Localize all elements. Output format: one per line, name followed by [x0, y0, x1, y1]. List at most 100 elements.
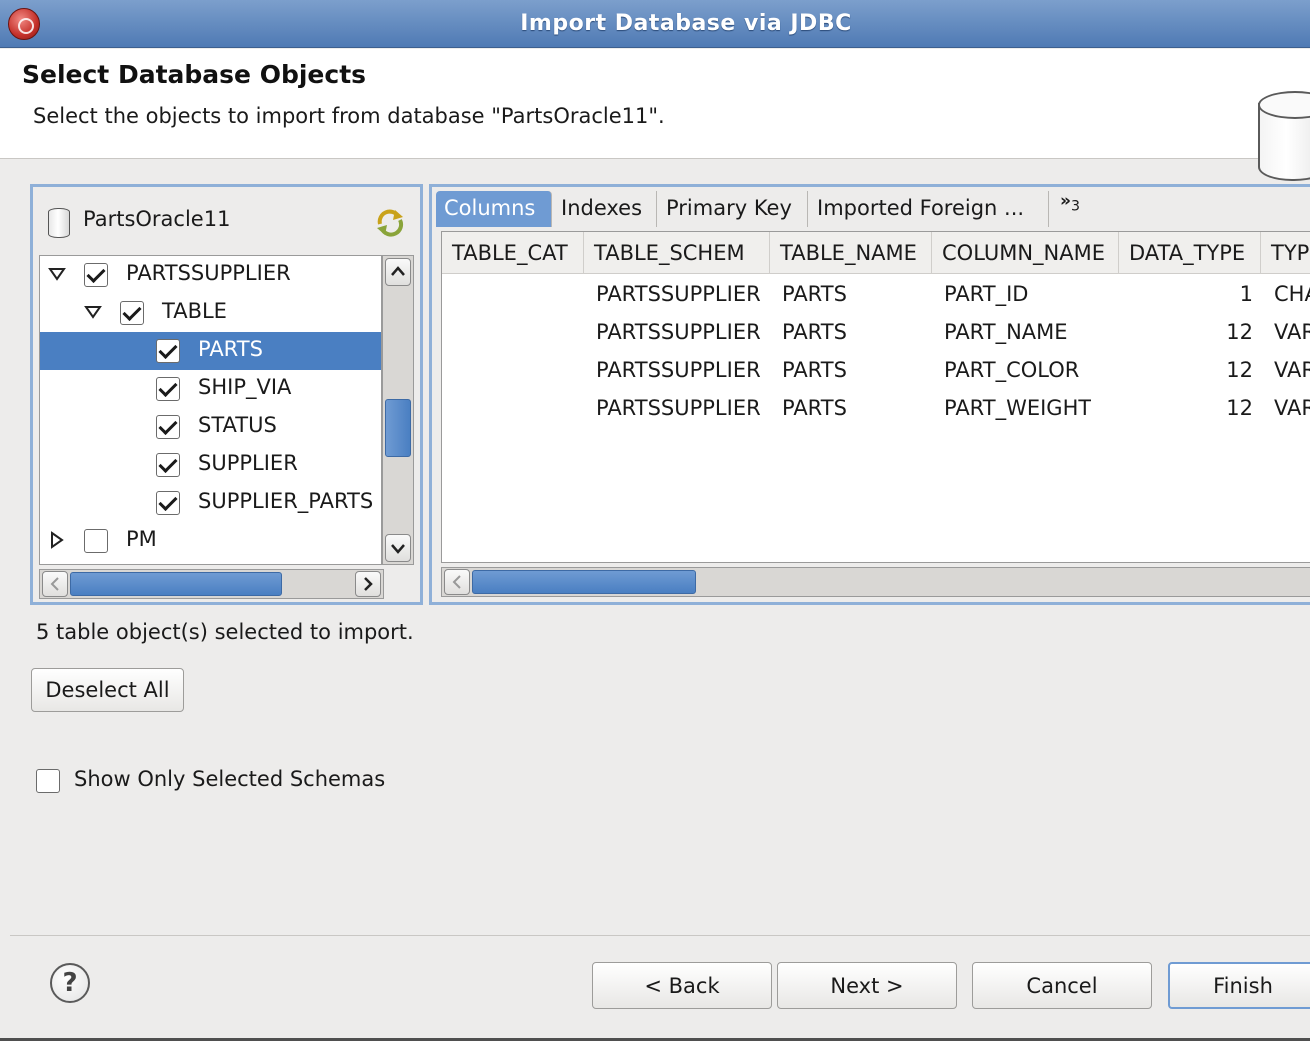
cell-table-name: PARTS [782, 320, 847, 344]
cell-column-name: PART_COLOR [944, 358, 1080, 382]
overflow-count: 3 [1070, 198, 1080, 215]
next-button[interactable]: Next > [777, 962, 957, 1009]
tab-imported-foreign-keys[interactable]: Imported Foreign ... [809, 191, 1049, 227]
connection-label: PartsOracle11 [83, 207, 231, 231]
cell-type-name: VAR [1274, 358, 1310, 382]
cell-data-type: 12 [1226, 358, 1253, 382]
table-row[interactable]: PARTSSUPPLIER PARTS PART_ID 1 CHA [442, 278, 1310, 316]
tree-horizontal-scrollbar[interactable] [39, 569, 384, 599]
page-description: Select the objects to import from databa… [33, 104, 665, 128]
cell-table-name: PARTS [782, 396, 847, 420]
refresh-icon[interactable] [373, 206, 407, 238]
table-horizontal-scrollbar[interactable] [441, 567, 1310, 597]
tree-item-partssupplier[interactable]: PARTSSUPPLIER [40, 256, 381, 294]
expanded-arrow-icon[interactable] [48, 265, 66, 283]
cell-column-name: PART_NAME [944, 320, 1068, 344]
overflow-chevron-icon: » [1060, 191, 1071, 211]
tree-item-label: STATUS [198, 413, 277, 437]
database-tree-panel: PartsOracle11 PARTSSUPPLIER TABLE PARTS … [30, 184, 423, 605]
scroll-down-button[interactable] [385, 534, 411, 562]
show-only-selected-schemas-label[interactable]: Show Only Selected Schemas [74, 767, 385, 791]
columns-table[interactable]: TABLE_CAT TABLE_SCHEM TABLE_NAME COLUMN_… [441, 231, 1310, 563]
cell-column-name: PART_WEIGHT [944, 396, 1092, 420]
chevron-right-icon [364, 577, 373, 591]
cell-table-schem: PARTSSUPPLIER [596, 320, 761, 344]
tree-item-supplier[interactable]: SUPPLIER [40, 446, 381, 484]
collapsed-arrow-icon[interactable] [48, 531, 66, 549]
help-icon[interactable]: ? [50, 963, 90, 1003]
finish-button[interactable]: Finish [1168, 962, 1310, 1009]
finish-button-label: Finish [1213, 973, 1273, 998]
scroll-left-button[interactable] [42, 571, 68, 597]
title-bar[interactable]: Import Database via JDBC [0, 0, 1310, 48]
cell-data-type: 12 [1226, 320, 1253, 344]
window-title: Import Database via JDBC [520, 11, 852, 36]
expanded-arrow-icon[interactable] [84, 303, 102, 321]
cell-type-name: VAR [1274, 396, 1310, 420]
database-connection-icon [48, 208, 70, 238]
cell-table-name: PARTS [782, 282, 847, 306]
scroll-right-button[interactable] [355, 571, 381, 597]
tab-columns[interactable]: Columns [436, 191, 552, 227]
column-header[interactable]: TABLE_NAME [770, 232, 932, 274]
cancel-button[interactable]: Cancel [972, 962, 1152, 1009]
chevron-up-icon [391, 266, 405, 276]
tree-item-table[interactable]: TABLE [40, 294, 381, 332]
tree-vertical-scrollbar[interactable] [382, 255, 414, 565]
table-row[interactable]: PARTSSUPPLIER PARTS PART_NAME 12 VAR [442, 316, 1310, 354]
tree-item-status[interactable]: STATUS [40, 408, 381, 446]
scroll-left-button[interactable] [444, 569, 470, 595]
tree-item-label: PM [126, 527, 157, 551]
tree-checkbox[interactable] [120, 301, 144, 325]
cell-table-schem: PARTSSUPPLIER [596, 396, 761, 420]
tree-item-parts[interactable]: PARTS [40, 332, 381, 370]
table-header: TABLE_CAT TABLE_SCHEM TABLE_NAME COLUMN_… [442, 232, 1310, 274]
tree-item-label: TABLE [162, 299, 227, 323]
tree-item-supplier-parts[interactable]: SUPPLIER_PARTS [40, 484, 381, 522]
tree-hscroll-thumb[interactable] [70, 572, 282, 596]
tree-item-ship-via[interactable]: SHIP_VIA [40, 370, 381, 408]
tree-checkbox[interactable] [156, 377, 180, 401]
cell-type-name: VAR [1274, 320, 1310, 344]
cell-table-schem: PARTSSUPPLIER [596, 358, 761, 382]
tree-item-label: PARTS [198, 337, 263, 361]
next-button-label: Next > [830, 973, 904, 998]
selection-status: 5 table object(s) selected to import. [36, 620, 414, 644]
database-icon [1258, 91, 1310, 181]
table-hscroll-thumb[interactable] [472, 570, 696, 594]
column-header[interactable]: COLUMN_NAME [932, 232, 1119, 274]
table-row[interactable]: PARTSSUPPLIER PARTS PART_WEIGHT 12 VAR [442, 392, 1310, 430]
footer-divider [10, 935, 1310, 936]
tab-indexes[interactable]: Indexes [553, 191, 657, 227]
chevron-down-icon [391, 544, 405, 554]
tree-checkbox[interactable] [156, 339, 180, 363]
object-tree[interactable]: PARTSSUPPLIER TABLE PARTS SHIP_VIA STATU… [39, 255, 382, 565]
tab-primary-key[interactable]: Primary Key [658, 191, 808, 227]
show-only-selected-schemas-checkbox[interactable] [36, 769, 60, 793]
column-header[interactable]: TABLE_CAT [442, 232, 584, 274]
tree-checkbox[interactable] [84, 263, 108, 287]
tree-item-label: SUPPLIER_PARTS [198, 489, 374, 513]
cell-data-type: 12 [1226, 396, 1253, 420]
scroll-up-button[interactable] [385, 258, 411, 286]
deselect-all-button[interactable]: Deselect All [31, 668, 184, 712]
tree-item-label: PARTSSUPPLIER [126, 261, 291, 285]
tree-checkbox[interactable] [156, 491, 180, 515]
tree-checkbox[interactable] [156, 415, 180, 439]
column-header[interactable]: TYP [1261, 232, 1310, 274]
cell-type-name: CHA [1274, 282, 1310, 306]
cell-table-schem: PARTSSUPPLIER [596, 282, 761, 306]
tree-checkbox[interactable] [84, 529, 108, 553]
column-header[interactable]: DATA_TYPE [1119, 232, 1261, 274]
column-header[interactable]: TABLE_SCHEM [584, 232, 770, 274]
wizard-header: Select Database Objects Select the objec… [0, 49, 1310, 181]
table-row[interactable]: PARTSSUPPLIER PARTS PART_COLOR 12 VAR [442, 354, 1310, 392]
back-button[interactable]: < Back [592, 962, 772, 1009]
tree-item-pm[interactable]: PM [40, 522, 381, 560]
tab-overflow-button[interactable]: »3 [1060, 191, 1080, 214]
chevron-left-icon [50, 577, 59, 591]
object-details-panel: Columns Indexes Primary Key Imported For… [429, 184, 1310, 605]
tree-checkbox[interactable] [156, 453, 180, 477]
tree-scroll-thumb[interactable] [385, 399, 411, 457]
cell-column-name: PART_ID [944, 282, 1029, 306]
